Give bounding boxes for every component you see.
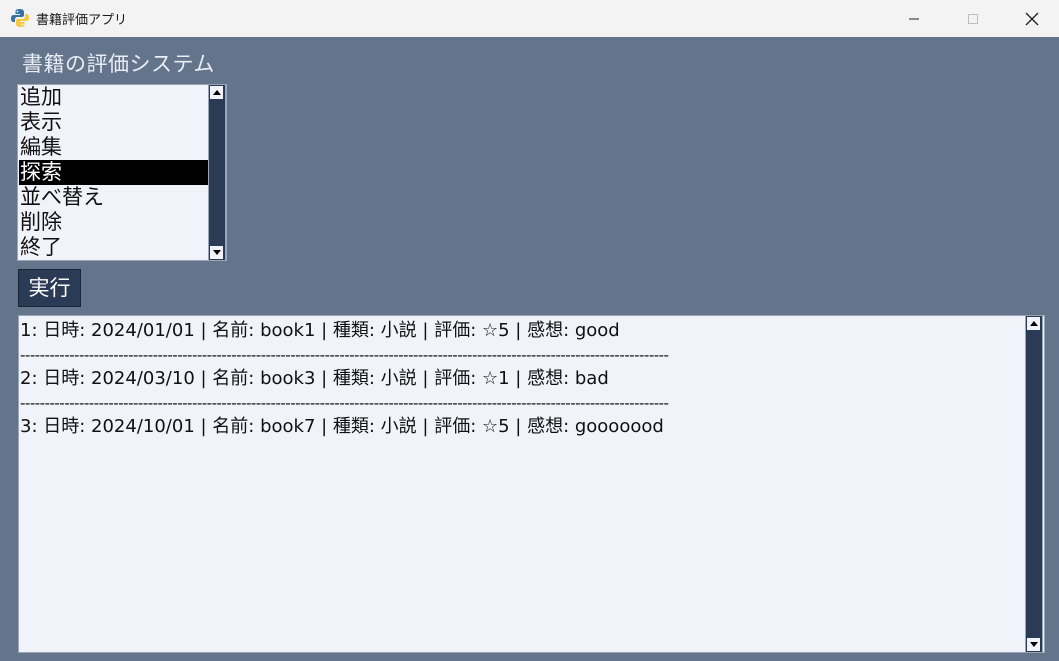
python-icon: [11, 9, 29, 27]
window-title: 書籍評価アプリ: [36, 13, 128, 28]
close-button[interactable]: [1009, 0, 1055, 37]
scroll-down-arrow-icon[interactable]: [1027, 638, 1040, 651]
output-separator: ----------------------------------------…: [20, 394, 669, 412]
menu-item-sort[interactable]: 並べ替え: [19, 185, 208, 210]
menu-items: 追加 表示 編集 探索 並べ替え 削除 終了: [19, 85, 208, 260]
scroll-up-arrow-icon[interactable]: [1027, 317, 1040, 330]
menu-item-edit[interactable]: 編集: [19, 135, 208, 160]
close-icon: [1025, 12, 1039, 25]
output-line: 2: 日時: 2024/03/10 | 名前: book3 | 種類: 小説 |…: [20, 368, 609, 389]
scroll-up-arrow-icon[interactable]: [210, 86, 223, 99]
title-bar: 書籍評価アプリ: [0, 0, 1059, 37]
page-title: 書籍の評価システム: [22, 52, 215, 76]
menu-item-show[interactable]: 表示: [19, 110, 208, 135]
maximize-button[interactable]: [950, 0, 996, 37]
menu-listbox[interactable]: 追加 表示 編集 探索 並べ替え 削除 終了: [17, 84, 227, 261]
output-line: 3: 日時: 2024/10/01 | 名前: book7 | 種類: 小説 |…: [20, 416, 664, 437]
menu-item-delete[interactable]: 削除: [19, 210, 208, 235]
menu-item-exit[interactable]: 終了: [19, 235, 208, 260]
output-separator: ----------------------------------------…: [20, 346, 669, 364]
output-textarea[interactable]: 1: 日時: 2024/01/01 | 名前: book1 | 種類: 小説 |…: [18, 315, 1045, 653]
menu-item-add[interactable]: 追加: [19, 85, 208, 110]
minimize-icon: [909, 18, 919, 19]
menu-item-search[interactable]: 探索: [19, 160, 208, 185]
menu-scrollbar[interactable]: [208, 84, 226, 261]
output-line: 1: 日時: 2024/01/01 | 名前: book1 | 種類: 小説 |…: [20, 320, 620, 341]
run-button[interactable]: 実行: [18, 269, 81, 307]
scroll-down-arrow-icon[interactable]: [210, 246, 223, 259]
output-scrollbar[interactable]: [1025, 315, 1043, 653]
maximize-icon: [968, 13, 978, 24]
output-lines: 1: 日時: 2024/01/01 | 名前: book1 | 種類: 小説 |…: [20, 319, 1020, 439]
minimize-button[interactable]: [891, 0, 937, 37]
